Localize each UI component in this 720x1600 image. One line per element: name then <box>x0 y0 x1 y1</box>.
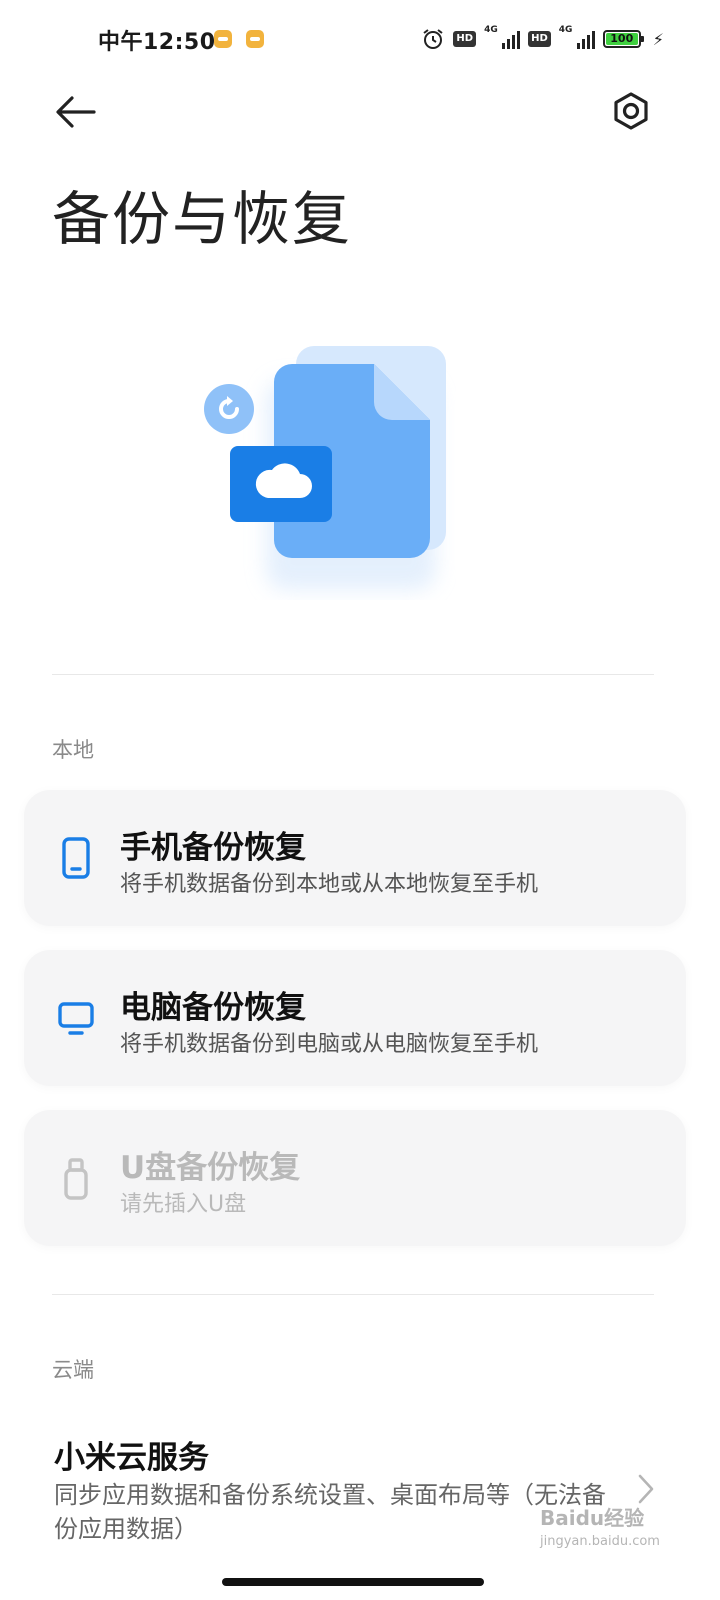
hd-voice-badge: HD <box>528 31 551 47</box>
charging-icon: ⚡ <box>652 29 664 49</box>
divider <box>52 1294 654 1295</box>
status-icons: HD 4G HD 4G 100 ⚡ <box>421 24 664 54</box>
section-label-cloud: 云端 <box>52 1358 94 1382</box>
item-title: 手机备份恢复 <box>120 830 306 866</box>
computer-icon <box>58 1002 94 1035</box>
back-arrow-icon <box>56 96 96 128</box>
settings-button[interactable] <box>610 90 652 132</box>
message-notification-icon <box>246 30 264 48</box>
item-title: 电脑备份恢复 <box>120 990 306 1026</box>
item-subtitle: 将手机数据备份到电脑或从电脑恢复至手机 <box>120 1032 539 1057</box>
message-notification-icon <box>214 30 232 48</box>
back-button[interactable] <box>54 92 98 132</box>
watermark: Baidu经验 <box>540 1506 645 1530</box>
item-description: 同步应用数据和备份系统设置、桌面布局等（无法备份应用数据） <box>54 1481 606 1543</box>
signal-strength-icon: 4G <box>559 25 595 51</box>
divider <box>52 674 654 675</box>
item-title: U盘备份恢复 <box>120 1150 301 1186</box>
status-time: 中午12:50 <box>98 30 216 55</box>
section-label-local: 本地 <box>52 738 94 762</box>
battery-level: 100 <box>610 32 634 45</box>
home-indicator[interactable] <box>222 1578 484 1586</box>
item-subtitle: 将手机数据备份到本地或从本地恢复至手机 <box>120 872 539 897</box>
usb-drive-icon <box>64 1158 88 1200</box>
signal-strength-icon: 4G <box>484 25 521 51</box>
battery-icon: 100 <box>602 30 644 48</box>
backup-illustration <box>196 340 456 600</box>
gear-icon <box>614 92 648 130</box>
alarm-clock-icon <box>423 29 444 49</box>
item-title: 小米云服务 <box>54 1440 209 1476</box>
chevron-right-icon <box>638 1474 654 1504</box>
phone-backup-restore-item[interactable]: 手机备份恢复 将手机数据备份到本地或从本地恢复至手机 <box>24 790 686 926</box>
computer-backup-restore-item[interactable]: 电脑备份恢复 将手机数据备份到电脑或从电脑恢复至手机 <box>24 950 686 1086</box>
phone-icon <box>62 837 90 879</box>
usb-backup-restore-item[interactable]: U盘备份恢复 请先插入U盘 <box>24 1110 686 1246</box>
hd-voice-badge: HD <box>453 31 477 47</box>
page-title: 备份与恢复 <box>52 185 353 253</box>
status-bar: 中午12:50 HD 4G HD 4G 100 ⚡ <box>0 0 720 80</box>
watermark-url: jingyan.baidu.com <box>540 1534 660 1549</box>
item-subtitle: 请先插入U盘 <box>120 1192 247 1217</box>
